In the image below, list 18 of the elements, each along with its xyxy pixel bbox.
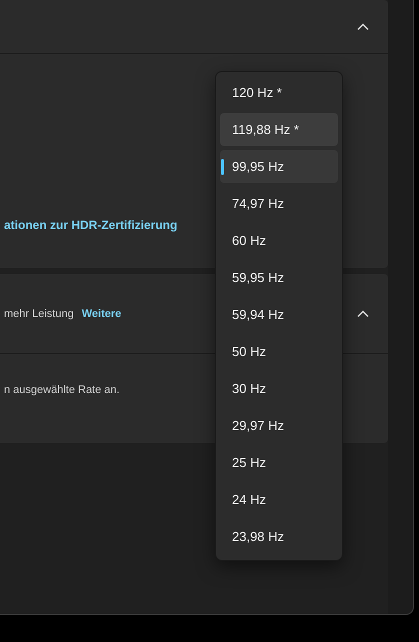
menu-item[interactable]: 60 Hz	[220, 224, 338, 257]
menu-item[interactable]: 74,97 Hz	[220, 187, 338, 220]
menu-item[interactable]: 59,95 Hz	[220, 261, 338, 294]
section-description: mehr Leistung	[4, 308, 74, 320]
menu-item[interactable]: 50 Hz	[220, 335, 338, 368]
menu-item[interactable]: 24 Hz	[220, 483, 338, 516]
rate-description: n ausgewählte Rate an.	[4, 384, 120, 396]
hdr-certification-link[interactable]: ationen zur HDR-Zertifizierung	[4, 218, 178, 232]
menu-item[interactable]: 59,94 Hz	[220, 298, 338, 331]
menu-item[interactable]: 119,88 Hz *	[220, 113, 338, 146]
more-link[interactable]: Weitere	[82, 308, 122, 320]
menu-item[interactable]: 29,97 Hz	[220, 409, 338, 442]
menu-item[interactable]: 30 Hz	[220, 372, 338, 405]
selection-indicator	[221, 159, 224, 175]
menu-item[interactable]: 23,98 Hz	[220, 520, 338, 553]
menu-item[interactable]: 25 Hz	[220, 446, 338, 479]
menu-item[interactable]: 120 Hz *	[220, 76, 338, 109]
menu-item[interactable]: 99,95 Hz	[220, 150, 338, 183]
